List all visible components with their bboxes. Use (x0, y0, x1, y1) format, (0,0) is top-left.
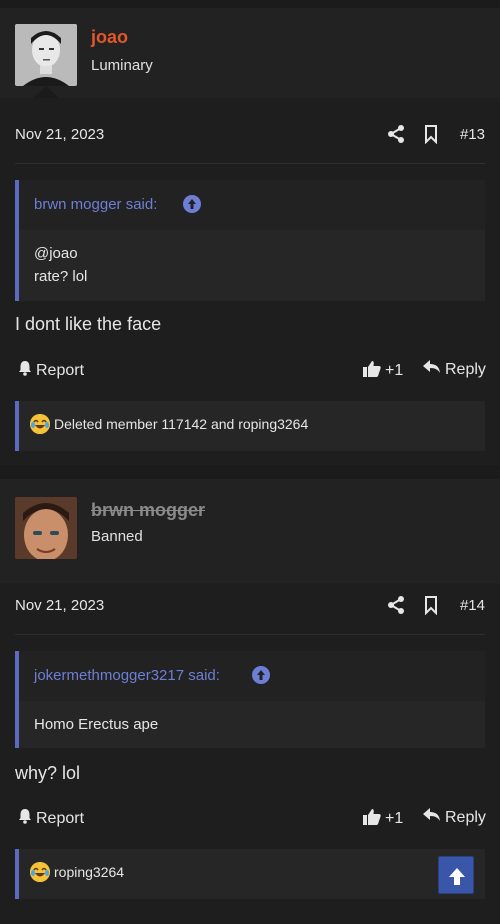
username[interactable]: joao (91, 27, 128, 48)
arrow-up-icon (449, 868, 465, 885)
report-label: Report (36, 809, 85, 827)
avatar[interactable] (15, 24, 77, 86)
post-number[interactable]: #14 (460, 597, 485, 614)
quote-line: Homo Erectus ape (34, 716, 159, 733)
reactions-text: Deleted member 117142 and roping3264 (54, 416, 309, 432)
post-actions: Report +1 Reply (0, 808, 500, 838)
reactions-bar[interactable]: Deleted member 117142 and roping3264 (15, 401, 485, 451)
post-text: I dont like the face (15, 314, 162, 334)
post-13: joao Luminary Nov 21, 2023 #13 brwn mogg… (0, 8, 500, 465)
arrow-up-circle-icon[interactable] (183, 195, 201, 213)
bell-icon (18, 360, 32, 381)
reactions-bar[interactable]: roping3264 (15, 849, 485, 899)
reactions-text: roping3264 (54, 864, 125, 880)
like-count: +1 (385, 810, 404, 827)
bell-icon (18, 808, 32, 829)
quote-block: jokermethmogger3217 said: Homo Erectus a… (15, 651, 485, 748)
crying-laughing-emoji-icon (30, 862, 50, 882)
thumbs-up-icon (363, 808, 381, 830)
crying-laughing-emoji-icon (30, 414, 50, 434)
reply-button[interactable]: Reply (423, 360, 486, 379)
bookmark-icon[interactable] (421, 124, 441, 145)
quote-line: rate? lol (34, 268, 88, 285)
reply-label: Reply (445, 360, 486, 378)
share-icon[interactable] (386, 124, 406, 144)
quote-block: brwn mogger said: @joao rate? lol (15, 180, 485, 301)
quote-author[interactable]: jokermethmogger3217 said: (34, 667, 220, 684)
user-title: Banned (91, 528, 143, 545)
reply-label: Reply (445, 808, 486, 826)
reply-arrow-icon (423, 360, 441, 379)
username-banned[interactable]: brwn mogger (91, 500, 205, 521)
arrow-up-circle-icon[interactable] (252, 666, 270, 684)
reply-arrow-icon (423, 808, 441, 827)
like-count: +1 (385, 362, 404, 379)
reply-button[interactable]: Reply (423, 808, 486, 827)
like-button[interactable]: +1 (363, 360, 403, 382)
share-icon[interactable] (386, 595, 406, 615)
post-actions: Report +1 Reply (0, 360, 500, 390)
quote-line: @joao (34, 245, 78, 262)
post-14: brwn mogger Banned Nov 21, 2023 #14 joke… (0, 479, 500, 924)
like-button[interactable]: +1 (363, 808, 403, 830)
report-label: Report (36, 361, 85, 379)
post-meta: Nov 21, 2023 #14 (0, 579, 500, 635)
post-header: joao Luminary (0, 8, 500, 96)
user-title: Luminary (91, 57, 153, 74)
report-button[interactable]: Report (18, 808, 84, 829)
thumbs-up-icon (363, 360, 381, 382)
divider (15, 634, 485, 635)
post-separator (0, 465, 500, 479)
quote-author[interactable]: brwn mogger said: (34, 196, 157, 213)
header-pointer (33, 86, 59, 98)
post-date[interactable]: Nov 21, 2023 (15, 126, 104, 143)
report-button[interactable]: Report (18, 360, 84, 381)
divider (15, 163, 485, 164)
post-header: brwn mogger Banned (0, 479, 500, 571)
post-meta: Nov 21, 2023 #13 (0, 108, 500, 164)
post-number[interactable]: #13 (460, 126, 485, 143)
quote-header: brwn mogger said: (19, 180, 485, 230)
post-text: why? lol (15, 763, 81, 783)
post-date[interactable]: Nov 21, 2023 (15, 597, 104, 614)
bookmark-icon[interactable] (421, 595, 441, 616)
page-top-strip (0, 0, 500, 8)
avatar[interactable] (15, 497, 77, 559)
quote-header: jokermethmogger3217 said: (19, 651, 485, 701)
scroll-to-top-button[interactable] (438, 856, 474, 894)
